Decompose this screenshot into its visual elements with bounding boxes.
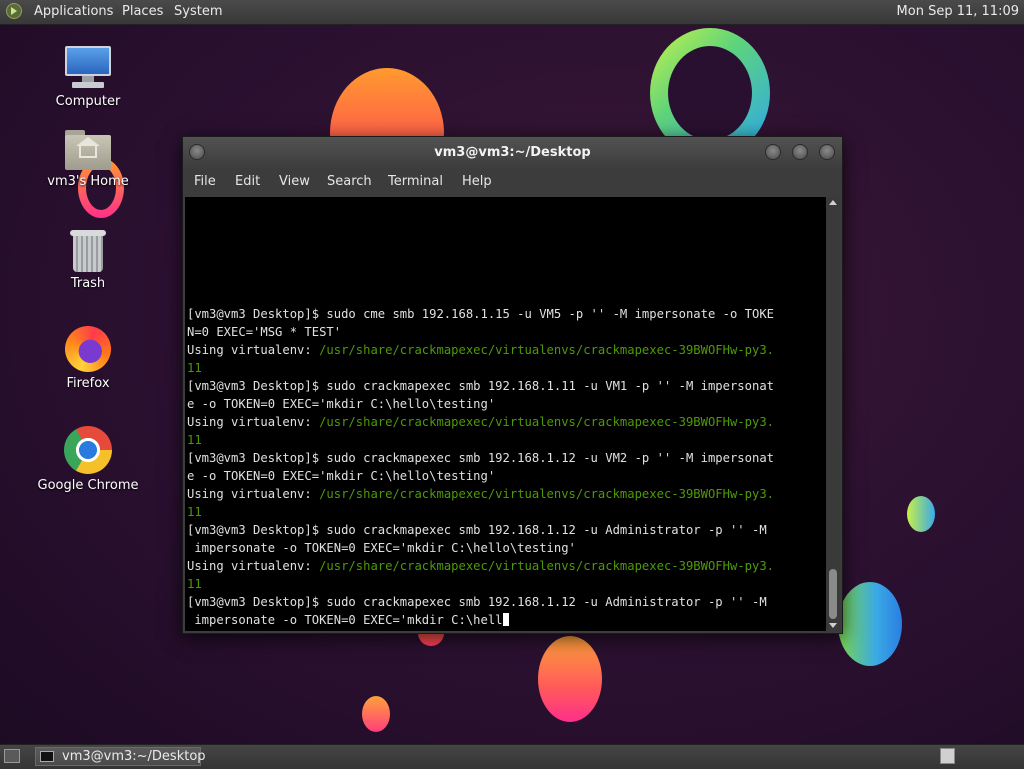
taskbar-button-label: vm3@vm3:~/Desktop [62, 749, 206, 764]
line-text: impersonate -o TOKEN=0 EXEC='mkdir C:\he… [187, 541, 576, 555]
virtualenv-path: 11 [187, 433, 202, 447]
terminal-line: Using virtualenv: /usr/share/crackmapexe… [187, 557, 774, 575]
terminal-line: Using virtualenv: /usr/share/crackmapexe… [187, 485, 774, 503]
menu-help[interactable]: Help [462, 174, 492, 189]
terminal-line: 11 [187, 503, 774, 521]
line-prefix: Using virtualenv: [187, 343, 320, 357]
desktop-icon-label: Firefox [66, 376, 110, 391]
line-text: N=0 EXEC='MSG * TEST' [187, 325, 342, 339]
menu-edit[interactable]: Edit [235, 174, 260, 189]
terminal-line: [vm3@vm3 Desktop]$ sudo crackmapexec smb… [187, 377, 774, 395]
chrome-icon [64, 426, 112, 474]
close-button[interactable] [819, 144, 835, 160]
bottom-panel: vm3@vm3:~/Desktop [0, 744, 1024, 769]
desktop-icon-computer[interactable]: Computer [33, 46, 143, 109]
scroll-down-arrow-icon[interactable] [829, 623, 837, 628]
trash-icon [70, 228, 106, 272]
terminal-scrollbar[interactable] [826, 197, 840, 631]
desktop-icon-chrome[interactable]: Google Chrome [33, 426, 143, 493]
menu-applications[interactable]: Applications [34, 4, 113, 19]
terminal-line: impersonate -o TOKEN=0 EXEC='mkdir C:\he… [187, 539, 774, 557]
terminal-line: [vm3@vm3 Desktop]$ sudo crackmapexec smb… [187, 449, 774, 467]
line-text: [vm3@vm3 Desktop]$ sudo crackmapexec smb… [187, 451, 774, 465]
line-prefix: Using virtualenv: [187, 559, 320, 573]
line-text: e -o TOKEN=0 EXEC='mkdir C:\hello\testin… [187, 397, 496, 411]
line-prefix: Using virtualenv: [187, 487, 320, 501]
show-desktop-icon[interactable] [4, 749, 20, 763]
menu-view[interactable]: View [279, 174, 310, 189]
minimize-button[interactable] [765, 144, 781, 160]
wallpaper-blue-blob [838, 582, 902, 666]
terminal-line: e -o TOKEN=0 EXEC='mkdir C:\hello\testin… [187, 395, 774, 413]
desktop-icon-trash[interactable]: Trash [33, 228, 143, 291]
desktop-icon-label: vm3's Home [47, 174, 129, 189]
line-text: [vm3@vm3 Desktop]$ sudo cme smb 192.168.… [187, 307, 774, 321]
wallpaper-dot [907, 496, 935, 532]
terminal-line: 11 [187, 575, 774, 593]
terminal-line: Using virtualenv: /usr/share/crackmapexe… [187, 413, 774, 431]
menu-search[interactable]: Search [327, 174, 372, 189]
terminal-line: 11 [187, 359, 774, 377]
top-panel: Applications Places System Mon Sep 11, 1… [0, 0, 1024, 25]
home-folder-icon [65, 130, 111, 170]
wallpaper-dot [362, 696, 390, 732]
desktop-icon-home[interactable]: vm3's Home [33, 130, 143, 189]
terminal-line: Using virtualenv: /usr/share/crackmapexe… [187, 341, 774, 359]
virtualenv-path: 11 [187, 577, 202, 591]
desktop-icon-label: Computer [55, 94, 121, 109]
terminal-line: e -o TOKEN=0 EXEC='mkdir C:\hello\testin… [187, 467, 774, 485]
terminal-menubar: File Edit View Search Terminal Help [183, 168, 842, 197]
terminal-output[interactable]: [vm3@vm3 Desktop]$ sudo cme smb 192.168.… [185, 197, 826, 631]
maximize-button[interactable] [792, 144, 808, 160]
terminal-line: impersonate -o TOKEN=0 EXEC='mkdir C:\he… [187, 611, 774, 629]
virtualenv-path: /usr/share/crackmapexec/virtualenvs/crac… [319, 559, 775, 573]
text-cursor [502, 613, 509, 626]
computer-icon [64, 46, 112, 90]
virtualenv-path: /usr/share/crackmapexec/virtualenvs/crac… [319, 343, 775, 357]
terminal-line: [vm3@vm3 Desktop]$ sudo crackmapexec smb… [187, 593, 774, 611]
window-title: vm3@vm3:~/Desktop [434, 145, 591, 160]
terminal-line: [vm3@vm3 Desktop]$ sudo cme smb 192.168.… [187, 305, 774, 323]
virtualenv-path: 11 [187, 505, 202, 519]
line-prefix: Using virtualenv: [187, 415, 320, 429]
desktop-icon-firefox[interactable]: Firefox [33, 326, 143, 391]
distro-logo-icon[interactable] [6, 3, 22, 19]
line-text: [vm3@vm3 Desktop]$ sudo crackmapexec smb… [187, 523, 767, 537]
menu-terminal[interactable]: Terminal [388, 174, 443, 189]
virtualenv-path: /usr/share/crackmapexec/virtualenvs/crac… [319, 415, 775, 429]
terminal-lines: [vm3@vm3 Desktop]$ sudo cme smb 192.168.… [187, 305, 774, 629]
panel-clock[interactable]: Mon Sep 11, 11:09 [897, 4, 1019, 19]
desktop-icon-label: Trash [70, 276, 106, 291]
scrollbar-thumb[interactable] [829, 569, 837, 619]
terminal-line: N=0 EXEC='MSG * TEST' [187, 323, 774, 341]
taskbar-button-terminal[interactable]: vm3@vm3:~/Desktop [35, 747, 206, 766]
line-text: impersonate -o TOKEN=0 EXEC='mkdir C:\he… [187, 613, 503, 627]
virtualenv-path: /usr/share/crackmapexec/virtualenvs/crac… [319, 487, 775, 501]
menu-system[interactable]: System [174, 4, 222, 19]
window-titlebar[interactable]: vm3@vm3:~/Desktop [183, 137, 842, 168]
wallpaper-orange-blob [538, 636, 602, 722]
menu-file[interactable]: File [194, 174, 216, 189]
virtualenv-path: 11 [187, 361, 202, 375]
terminal-line: [vm3@vm3 Desktop]$ sudo crackmapexec smb… [187, 521, 774, 539]
scroll-up-arrow-icon[interactable] [829, 200, 837, 205]
menu-places[interactable]: Places [122, 4, 163, 19]
workspace-switcher[interactable] [940, 748, 955, 764]
firefox-icon [65, 326, 111, 372]
terminal-window[interactable]: vm3@vm3:~/Desktop File Edit View Search … [182, 136, 843, 634]
line-text: [vm3@vm3 Desktop]$ sudo crackmapexec smb… [187, 595, 767, 609]
terminal-icon [40, 751, 54, 762]
terminal-line: 11 [187, 431, 774, 449]
line-text: e -o TOKEN=0 EXEC='mkdir C:\hello\testin… [187, 469, 496, 483]
desktop-icon-label: Google Chrome [37, 478, 139, 493]
line-text: [vm3@vm3 Desktop]$ sudo crackmapexec smb… [187, 379, 774, 393]
